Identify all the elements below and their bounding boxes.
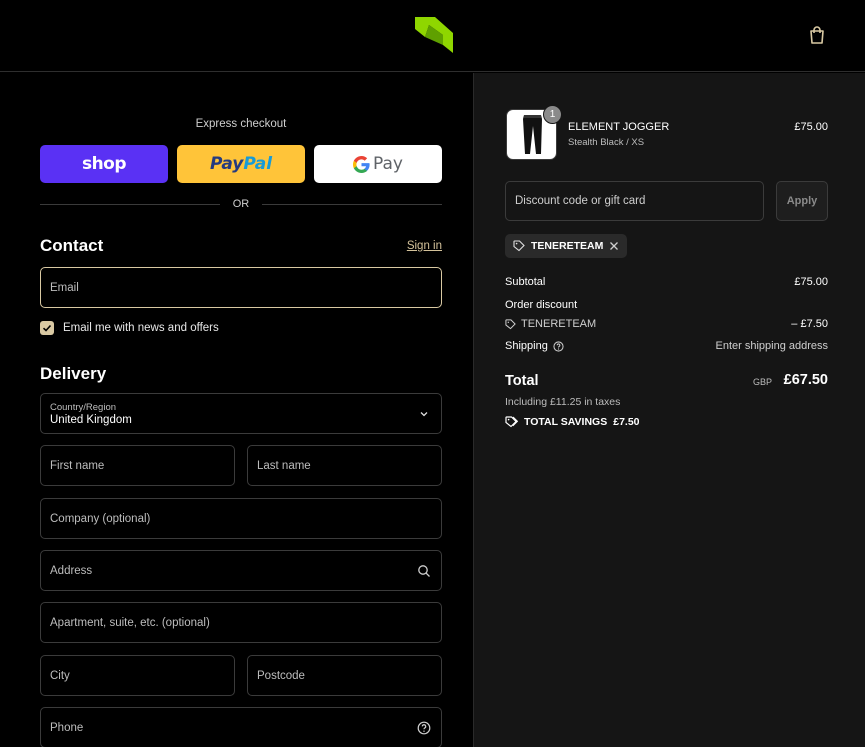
newsletter-checkbox[interactable] <box>40 321 54 335</box>
paypal-label: PayPal <box>209 154 273 174</box>
delivery-title: Delivery <box>40 364 107 383</box>
first-name-input[interactable] <box>41 446 234 485</box>
postcode-input[interactable] <box>248 656 441 695</box>
subtotal-label: Subtotal <box>505 276 546 288</box>
discount-code-input[interactable] <box>506 182 763 220</box>
savings-label: TOTAL SAVINGS <box>524 416 608 428</box>
help-circle-icon[interactable] <box>553 340 564 352</box>
total-label: Total <box>505 373 539 389</box>
sign-in-link[interactable]: Sign in <box>407 240 442 252</box>
header <box>0 0 865 72</box>
or-label: OR <box>232 198 250 210</box>
phone-field[interactable] <box>40 707 442 747</box>
country-label: Country/Region <box>50 402 117 413</box>
total-savings: TOTAL SAVINGS £7.50 <box>505 416 640 428</box>
address-input[interactable] <box>41 551 441 590</box>
brand-logo-icon[interactable] <box>413 15 455 55</box>
contact-title: Contact <box>40 236 104 255</box>
shipping-label: Shipping <box>505 340 548 352</box>
google-pay-button[interactable]: Pay <box>314 145 442 183</box>
express-checkout-label: Express checkout <box>195 118 287 130</box>
phone-input[interactable] <box>41 708 441 747</box>
last-name-field[interactable] <box>247 445 442 486</box>
close-icon[interactable] <box>609 241 619 251</box>
shop-pay-button[interactable]: shop <box>40 145 168 183</box>
google-g-icon <box>353 155 370 173</box>
shipping-row: Shipping <box>505 340 564 352</box>
shop-pay-label: shop <box>81 154 127 174</box>
product-variant: Stealth Black / XS <box>568 137 645 148</box>
postcode-field[interactable] <box>247 655 442 696</box>
apartment-field[interactable] <box>40 602 442 643</box>
or-divider: OR <box>40 197 442 213</box>
newsletter-checkbox-row[interactable]: Email me with news and offers <box>40 321 219 335</box>
apply-discount-button[interactable]: Apply <box>776 181 828 221</box>
discount-value: – £7.50 <box>791 318 828 330</box>
first-name-field[interactable] <box>40 445 235 486</box>
taxes-note: Including £11.25 in taxes <box>505 396 621 408</box>
city-field[interactable] <box>40 655 235 696</box>
tag-icon <box>513 240 525 252</box>
quantity-badge: 1 <box>543 105 562 124</box>
country-select[interactable]: Country/Region United Kingdom <box>40 393 442 434</box>
tag-icon <box>505 318 516 329</box>
order-discount-label: Order discount <box>505 299 578 311</box>
savings-value: £7.50 <box>613 416 640 428</box>
checkout-form-panel: Express checkout shop PayPal Pay OR Cont… <box>0 73 473 747</box>
email-input[interactable] <box>41 268 441 307</box>
shopping-bag-icon[interactable] <box>807 25 827 45</box>
search-icon[interactable] <box>417 564 431 578</box>
applied-discount-chip: TENERETEAM <box>505 234 628 258</box>
checkmark-icon <box>42 324 52 332</box>
total-value: £67.50 <box>783 372 828 388</box>
address-field[interactable] <box>40 550 442 591</box>
chevron-down-icon <box>420 412 428 417</box>
company-field[interactable] <box>40 498 442 539</box>
applied-discount-code: TENERETEAM <box>531 240 604 252</box>
apartment-input[interactable] <box>41 603 441 642</box>
google-pay-label: Pay <box>373 154 403 174</box>
order-summary-panel: 1 ELEMENT JOGGER Stealth Black / XS £75.… <box>473 73 865 747</box>
discount-code-field[interactable] <box>505 181 764 221</box>
country-value: United Kingdom <box>50 414 132 426</box>
email-field[interactable] <box>40 267 442 308</box>
last-name-input[interactable] <box>248 446 441 485</box>
discount-code-label: TENERETEAM <box>521 318 597 330</box>
city-input[interactable] <box>41 656 234 695</box>
total-currency: GBP <box>752 377 772 387</box>
shipping-value: Enter shipping address <box>715 340 828 352</box>
newsletter-label: Email me with news and offers <box>63 322 219 334</box>
product-price: £75.00 <box>794 121 828 133</box>
paypal-button[interactable]: PayPal <box>177 145 305 183</box>
discount-code-row: TENERETEAM <box>505 318 596 330</box>
help-circle-icon[interactable] <box>417 721 431 735</box>
company-input[interactable] <box>41 499 441 538</box>
subtotal-value: £75.00 <box>794 276 828 288</box>
tags-icon <box>505 416 518 428</box>
product-name: ELEMENT JOGGER <box>568 121 670 133</box>
